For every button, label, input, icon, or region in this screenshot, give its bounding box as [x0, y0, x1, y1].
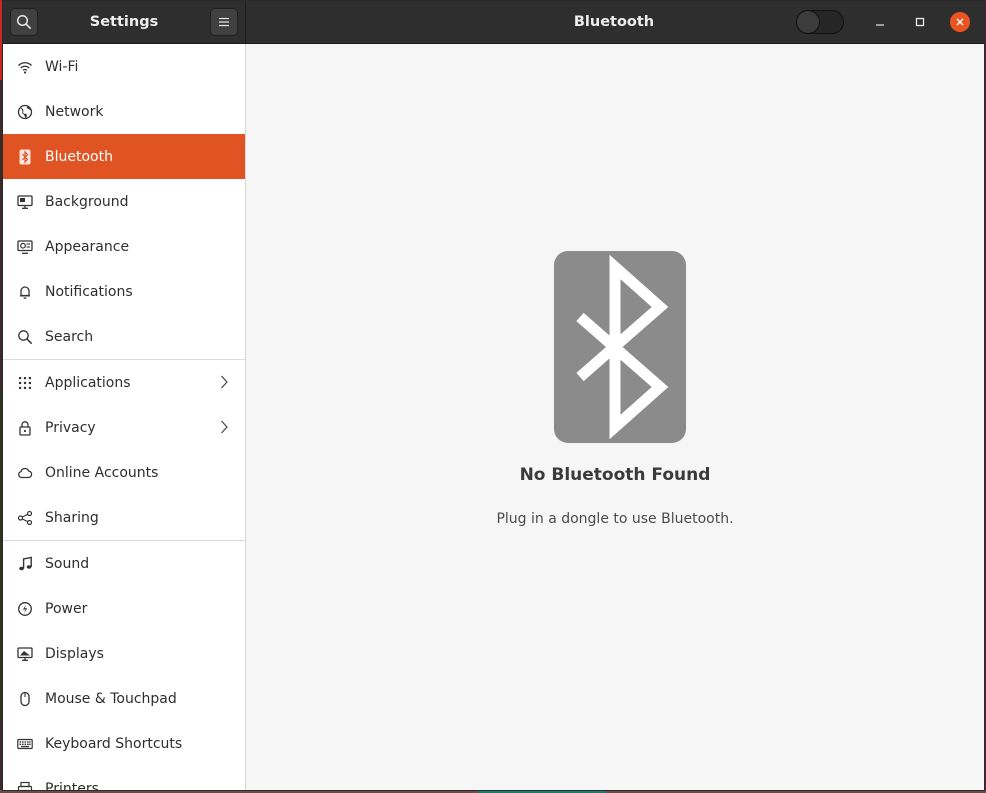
maximize-icon	[915, 17, 925, 27]
sidebar-item-network[interactable]: Network	[3, 89, 245, 134]
search-icon	[16, 14, 31, 29]
sidebar-item-label: Displays	[45, 645, 104, 662]
minimize-icon	[876, 24, 884, 26]
close-icon	[956, 18, 964, 26]
chevron-right-icon	[221, 420, 228, 434]
bluetooth-toggle[interactable]	[796, 10, 844, 34]
sidebar-item-displays[interactable]: Displays	[3, 631, 245, 676]
sidebar-item-label: Appearance	[45, 238, 130, 255]
empty-state-subtitle: Plug in a dongle to use Bluetooth.	[496, 511, 734, 527]
sidebar-item-label: Keyboard Shortcuts	[45, 735, 183, 752]
settings-window: Settings Bluetooth Wi-Fi Network Bluetoo…	[3, 1, 984, 790]
sidebar-item-label: Background	[45, 193, 129, 210]
sidebar-item-label: Sharing	[45, 509, 99, 526]
bluetooth-icon	[16, 148, 34, 166]
search-button[interactable]	[10, 8, 38, 36]
sidebar-item-wifi[interactable]: Wi-Fi	[3, 44, 245, 89]
appearance-icon	[16, 238, 34, 256]
network-globe-icon	[16, 103, 34, 121]
sidebar-title: Settings	[89, 14, 159, 30]
sidebar-header: Settings	[3, 1, 246, 43]
sidebar-item-label: Bluetooth	[45, 148, 113, 165]
close-button[interactable]	[950, 12, 970, 32]
lock-icon	[16, 419, 34, 437]
search-icon	[16, 328, 34, 346]
sidebar-item-power[interactable]: Power	[3, 586, 245, 631]
printer-icon	[16, 780, 34, 790]
share-icon	[16, 509, 34, 527]
toggle-knob	[797, 11, 819, 33]
empty-state-title: No Bluetooth Found	[519, 465, 711, 485]
settings-sidebar: Wi-Fi Network Bluetooth Background Appea…	[3, 44, 246, 790]
sidebar-item-sound[interactable]: Sound	[3, 541, 245, 586]
sidebar-item-label: Network	[45, 103, 104, 120]
sidebar-item-label: Sound	[45, 555, 90, 572]
sidebar-item-notifications[interactable]: Notifications	[3, 269, 245, 314]
sidebar-item-label: Applications	[45, 374, 131, 391]
sidebar-item-online-accounts[interactable]: Online Accounts	[3, 450, 245, 495]
sidebar-item-label: Online Accounts	[45, 464, 159, 481]
keyboard-icon	[16, 735, 34, 753]
minimize-button[interactable]	[870, 12, 890, 32]
sidebar-item-label: Mouse & Touchpad	[45, 690, 177, 707]
sidebar-item-keyboard-shortcuts[interactable]: Keyboard Shortcuts	[3, 721, 245, 766]
mouse-icon	[16, 690, 34, 708]
sidebar-item-appearance[interactable]: Appearance	[3, 224, 245, 269]
sidebar-item-label: Power	[45, 600, 88, 617]
hamburger-menu-icon	[219, 17, 229, 27]
display-icon	[16, 645, 34, 663]
wifi-icon	[16, 58, 34, 76]
bluetooth-icon	[554, 251, 686, 443]
sidebar-item-label: Search	[45, 328, 94, 345]
maximize-button[interactable]	[910, 12, 930, 32]
sidebar-item-label: Privacy	[45, 419, 96, 436]
chevron-right-icon	[221, 375, 228, 389]
sidebar-item-background[interactable]: Background	[3, 179, 245, 224]
sidebar-item-label: Printers	[45, 780, 99, 791]
sidebar-item-search[interactable]: Search	[3, 314, 245, 359]
sidebar-item-applications[interactable]: Applications	[3, 360, 245, 405]
music-note-icon	[16, 555, 34, 573]
sidebar-item-label: Wi-Fi	[45, 58, 79, 75]
grid-icon	[16, 374, 34, 392]
sidebar-item-bluetooth[interactable]: Bluetooth	[3, 134, 245, 179]
background-monitor-icon	[16, 193, 34, 211]
sidebar-item-printers[interactable]: Printers	[3, 766, 245, 790]
header-bar: Settings Bluetooth	[3, 1, 984, 44]
power-icon	[16, 600, 34, 618]
bell-icon	[16, 283, 34, 301]
sidebar-item-label: Notifications	[45, 283, 133, 300]
cloud-icon	[16, 464, 34, 482]
sidebar-item-mouse-touchpad[interactable]: Mouse & Touchpad	[3, 676, 245, 721]
bluetooth-panel: No Bluetooth Found Plug in a dongle to u…	[246, 44, 984, 790]
main-menu-button[interactable]	[210, 8, 238, 36]
sidebar-item-sharing[interactable]: Sharing	[3, 495, 245, 540]
sidebar-item-privacy[interactable]: Privacy	[3, 405, 245, 450]
